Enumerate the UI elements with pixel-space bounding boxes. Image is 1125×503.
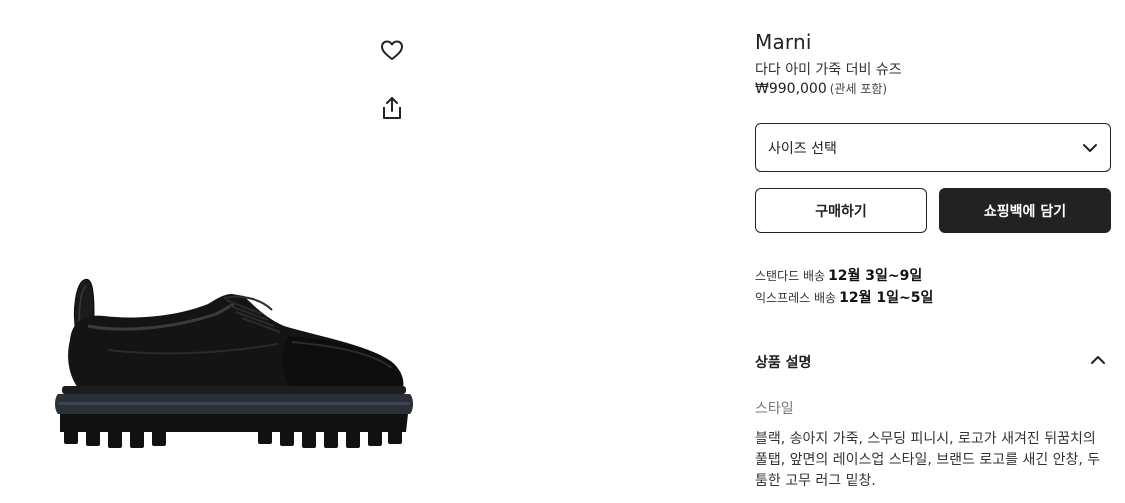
standard-shipping-dates: 12월 3일~9일 — [828, 268, 923, 284]
add-to-bag-button[interactable]: 쇼핑백에 담기 — [939, 188, 1111, 233]
chevron-up-icon[interactable] — [1089, 351, 1107, 369]
product-info-panel: Marni 다다 아미 가죽 더비 슈즈 ₩990,000 (관세 포함) 사이즈… — [755, 0, 1111, 503]
price-tax-note: (관세 포함) — [829, 82, 888, 96]
express-shipping-label: 익스프레스 배송 — [755, 291, 837, 305]
express-shipping: 익스프레스 배송 12월 1일~5일 — [755, 287, 933, 307]
product-image — [55, 278, 413, 448]
chevron-down-icon — [1082, 140, 1098, 156]
standard-shipping-label: 스탠다드 배송 — [755, 269, 826, 283]
product-name: 다다 아미 가죽 더비 슈즈 — [755, 62, 902, 78]
buy-now-button[interactable]: 구매하기 — [755, 188, 927, 233]
description-text: 블랙, 송아지 가죽, 스무딩 피니시, 로고가 새겨진 뒤꿈치의 풀탭, 앞면… — [755, 431, 1101, 489]
size-select[interactable]: 사이즈 선택 — [755, 123, 1111, 172]
share-button[interactable] — [378, 94, 406, 122]
express-shipping-dates: 12월 1일~5일 — [839, 290, 934, 306]
share-icon — [383, 97, 401, 119]
price-value: ₩990,000 — [755, 81, 827, 97]
product-gallery — [0, 0, 700, 503]
description-section-title[interactable]: 상품 설명 — [755, 352, 811, 372]
standard-shipping: 스탠다드 배송 12월 3일~9일 — [755, 265, 922, 285]
heart-icon — [381, 40, 403, 60]
wishlist-button[interactable] — [378, 36, 406, 64]
style-subheading: 스타일 — [755, 401, 794, 417]
brand-name[interactable]: Marni — [755, 30, 812, 54]
size-select-label: 사이즈 선택 — [768, 140, 837, 157]
product-price: ₩990,000 (관세 포함) — [755, 80, 887, 97]
